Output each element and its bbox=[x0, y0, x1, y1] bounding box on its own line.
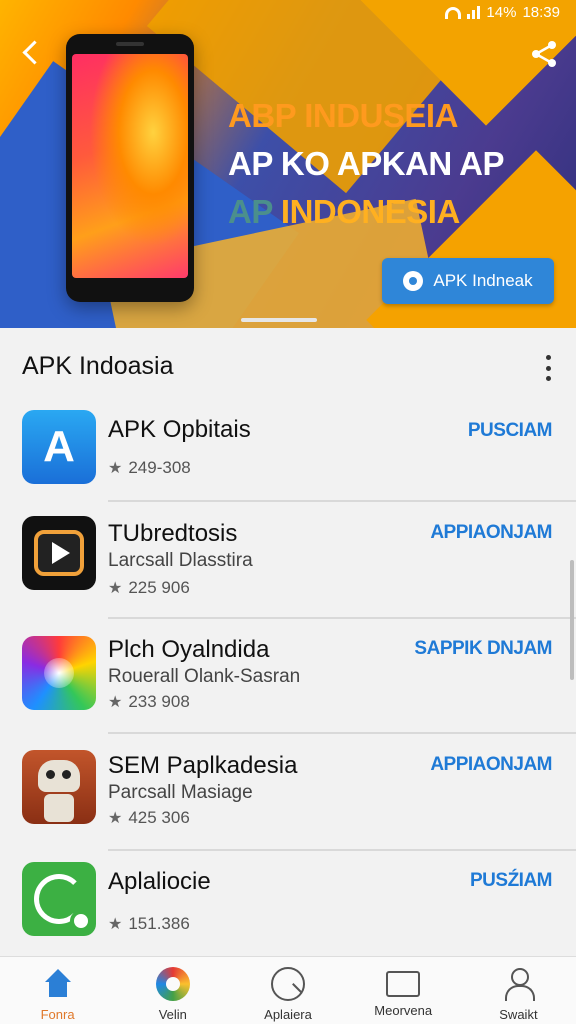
star-icon: ★ bbox=[108, 460, 123, 477]
phone-camera bbox=[116, 42, 144, 46]
headline-line-3: AP INDONESIA bbox=[228, 188, 504, 236]
app-subtitle: Larcsall Dlasstira bbox=[108, 550, 253, 571]
color-burst-icon bbox=[22, 636, 96, 710]
more-options-button[interactable] bbox=[540, 355, 556, 381]
back-button[interactable] bbox=[18, 38, 48, 68]
nav-label: Fonra bbox=[40, 1007, 75, 1022]
green-sync-icon bbox=[22, 862, 96, 936]
signal-icon bbox=[467, 6, 481, 19]
banner-pager-indicator bbox=[241, 318, 317, 322]
install-button[interactable]: PUSŹIAM bbox=[470, 870, 553, 892]
rating-value: 151.386 bbox=[128, 914, 190, 933]
robot-eye bbox=[46, 770, 55, 779]
color-wheel-icon bbox=[155, 967, 190, 1001]
clock: 18:39 bbox=[522, 4, 560, 21]
install-button[interactable]: APPIAONJAM bbox=[430, 522, 552, 544]
nav-label: Swaikt bbox=[499, 1007, 538, 1022]
app-name: SEM Paplkadesia bbox=[108, 752, 298, 779]
share-button[interactable] bbox=[528, 38, 560, 70]
chat-icon bbox=[271, 967, 305, 1001]
nav-item-velin[interactable]: Velin bbox=[115, 957, 230, 1024]
share-icon bbox=[532, 41, 556, 67]
banner-cta-label: APK Indneak bbox=[433, 271, 533, 290]
list-item[interactable]: TUbredtosis Larcsall Dlasstira ★ 225 906 … bbox=[0, 516, 576, 616]
list-item[interactable]: SEM Paplkadesia Parcsall Masiage ★ 425 30… bbox=[0, 750, 576, 850]
star-icon: ★ bbox=[108, 694, 123, 711]
phone-screen bbox=[72, 54, 188, 278]
rating-value: 425 306 bbox=[128, 808, 190, 827]
nav-label: Meorvena bbox=[374, 1003, 433, 1018]
star-icon: ★ bbox=[108, 916, 123, 933]
hero-banner[interactable]: 14% 18:39 ABP INDUSEIA AP KO APKAN AP AP… bbox=[0, 0, 576, 328]
install-button[interactable]: PUSCIAM bbox=[468, 420, 553, 442]
app-subtitle: Parcsall Masiage bbox=[108, 782, 253, 803]
bottom-navigation: Fonra Velin Aplaiera Meorvena Swaikt bbox=[0, 956, 576, 1024]
banner-cta-button[interactable]: APK Indneak bbox=[382, 258, 554, 304]
rating-value: 233 908 bbox=[128, 692, 190, 711]
star-icon: ★ bbox=[108, 810, 123, 827]
scrollbar[interactable] bbox=[570, 560, 574, 680]
battery-text: 14% bbox=[486, 4, 517, 21]
banner-headline: ABP INDUSEIA AP KO APKAN AP AP INDONESIA bbox=[228, 92, 504, 236]
rating-value: 249-308 bbox=[128, 458, 191, 477]
app-rating: ★ 249-308 bbox=[108, 458, 191, 478]
nav-item-swaikt[interactable]: Swaikt bbox=[461, 957, 576, 1024]
play-icon bbox=[52, 542, 70, 564]
cloud-icon bbox=[403, 271, 424, 291]
status-bar: 14% 18:39 bbox=[445, 4, 560, 21]
install-button[interactable]: SAPPIK DNJAM bbox=[414, 638, 552, 660]
wifi-icon bbox=[445, 6, 462, 19]
list-item[interactable]: Plch Oyalndida Rouerall Olank-Sasran ★ 23… bbox=[0, 634, 576, 732]
app-subtitle: Rouerall Olank-Sasran bbox=[108, 666, 301, 687]
app-rating: ★ 225 906 bbox=[108, 578, 190, 598]
app-name: TUbredtosis bbox=[108, 520, 238, 547]
divider bbox=[108, 617, 576, 619]
robot-eye bbox=[62, 770, 71, 779]
user-icon bbox=[501, 967, 536, 1001]
headline-line-3-prefix: AP bbox=[228, 193, 273, 230]
divider bbox=[108, 849, 576, 851]
headline-line-1: ABP INDUSEIA bbox=[228, 97, 458, 134]
phone-illustration bbox=[66, 34, 194, 302]
apk-logo-icon: A bbox=[22, 410, 96, 484]
headline-line-2: AP KO APKAN AP bbox=[228, 145, 504, 182]
nav-label: Aplaiera bbox=[264, 1007, 312, 1022]
app-name: APK Opbitais bbox=[108, 416, 251, 443]
headline-line-3-rest: INDONESIA bbox=[272, 193, 460, 230]
app-rating: ★ 151.386 bbox=[108, 914, 190, 934]
nav-label: Velin bbox=[158, 1007, 187, 1022]
nav-item-meorvena[interactable]: Meorvena bbox=[346, 957, 461, 1024]
robot-icon bbox=[22, 750, 96, 824]
app-rating: ★ 425 306 bbox=[108, 808, 190, 828]
section-title: APK Indoasia bbox=[22, 352, 174, 380]
app-name: Aplaliocie bbox=[108, 868, 211, 895]
home-icon bbox=[41, 967, 75, 1001]
divider bbox=[108, 500, 576, 502]
rating-value: 225 906 bbox=[128, 578, 190, 597]
tv-icon bbox=[386, 971, 421, 997]
app-rating: ★ 233 908 bbox=[108, 692, 190, 712]
video-player-icon bbox=[22, 516, 96, 590]
list-item[interactable]: A APK Opbitais ★ 249-308 PUSCIAM bbox=[0, 408, 576, 502]
divider bbox=[108, 732, 576, 734]
nav-item-home[interactable]: Fonra bbox=[0, 957, 115, 1024]
list-item[interactable]: Aplaliocie ★ 151.386 PUSŹIAM bbox=[0, 862, 576, 952]
robot-head bbox=[38, 760, 80, 792]
app-name: Plch Oyalndida bbox=[108, 636, 270, 663]
nav-item-aplaiera[interactable]: Aplaiera bbox=[230, 957, 345, 1024]
install-button[interactable]: APPIAONJAM bbox=[430, 754, 552, 776]
sync-dot bbox=[70, 910, 92, 932]
robot-body bbox=[44, 794, 74, 822]
star-icon: ★ bbox=[108, 580, 123, 597]
